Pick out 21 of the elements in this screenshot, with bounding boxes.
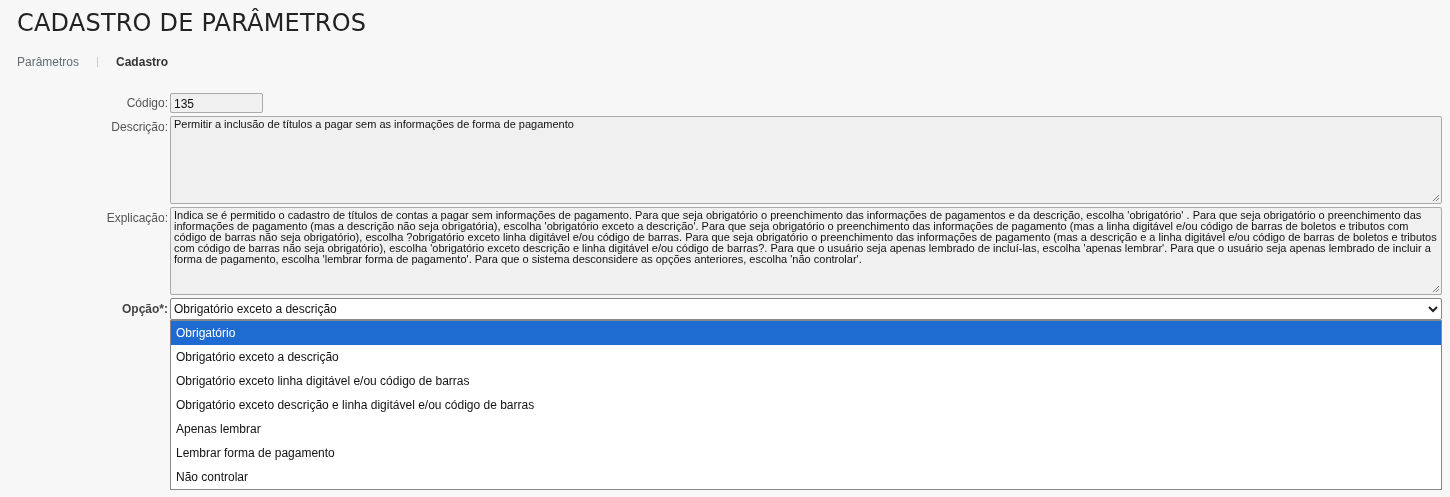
field-label: Opção*:: [122, 302, 169, 316]
page-title: CADASTRO DE PARÂMETROS: [17, 9, 367, 37]
resize-grip-icon[interactable]: [1432, 194, 1440, 202]
dropdown-option[interactable]: Não controlar: [171, 465, 1441, 489]
dropdown-option[interactable]: Obrigatório: [171, 321, 1441, 345]
dropdown-option[interactable]: Obrigatório exceto descrição e linha digitável e/ou código de barras: [171, 393, 1441, 417]
caret-icon: [1428, 305, 1438, 313]
code-field[interactable]: 135: [170, 93, 263, 113]
text-area[interactable]: Permitir a inclusão de títulos a pagar sem as informações de forma de pagamento: [170, 116, 1442, 204]
dropdown-option[interactable]: Lembrar forma de pagamento: [171, 441, 1441, 465]
dropdown-option[interactable]: Obrigatório exceto a descrição: [171, 345, 1441, 369]
dropdown-option[interactable]: Apenas lembrar: [171, 417, 1441, 441]
option-dropdown[interactable]: Obrigatório exceto a descrição: [170, 298, 1442, 320]
field-label: Explicação:: [106, 210, 169, 225]
field-label: Código:: [126, 96, 169, 110]
breadcrumb-link[interactable]: Parâmetros: [17, 55, 80, 69]
text-area[interactable]: Indica se é permitido o cadastro de títulos de contas a pagar sem informações de pagamento. Para que seja obrigatório o preenchimento das informações de pagamentos e da descrição, escolha 'obrigatório' . Para que seja obrigatório o preenchimento das informações de pagamento (mas a descrição não seja obrigatória), escolha 'obrigatório exceto a descrição'. Para que seja obrigatório o preenchimento das informações de pagamento (mas a linha digitável e/ou código de barras de boletos e tributos com código de barras não seja obrigatório), escolha ?obrigatório exceto linha digitável e/ou código de barras. Para que seja obrigatório o preenchimento das informações de pagamento (mas a descrição e a linha digitável e/ou código de barras de boletos e tributos com código de barras não seja obrigatório), escolha 'obrigatório exceto descrição e linha digitável e/ou código de barras?. Para que o usuário seja apenas lembrado de incluí-las, escolha 'apenas lembrar'. Para que o usuário seja apenas lembrado de incluir a forma de pagamento, escolha 'lembrar forma de pagamento'. Para que o sistema desconsidere as opções anteriores, escolha 'não controlar'.: [170, 207, 1442, 295]
dropdown-option[interactable]: Obrigatório exceto linha digitável e/ou código de barras: [171, 369, 1441, 393]
resize-grip-icon[interactable]: [1432, 285, 1440, 293]
field-label: Descrição:: [111, 119, 169, 134]
breadcrumb-link[interactable]: Cadastro: [116, 55, 169, 69]
